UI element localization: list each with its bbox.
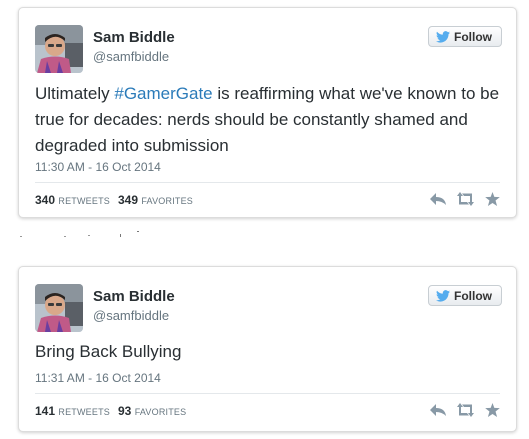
tweet-timestamp[interactable]: 11:30 AM - 16 Oct 2014 xyxy=(35,160,161,174)
avatar[interactable] xyxy=(35,25,83,73)
tweet-card: Sam Biddle @samfbiddle Follow Bring Back… xyxy=(18,266,517,432)
reply-icon[interactable] xyxy=(430,403,446,417)
retweet-label: RETWEETS xyxy=(58,196,110,206)
author-handle[interactable]: @samfbiddle xyxy=(93,49,169,64)
favorite-star-icon[interactable] xyxy=(485,192,500,206)
favorite-count-link[interactable]: 93 FAVORITES xyxy=(118,404,186,418)
favorite-label: FAVORITES xyxy=(134,407,187,417)
stray-marks xyxy=(20,231,139,237)
retweet-icon[interactable] xyxy=(456,192,475,206)
follow-label: Follow xyxy=(454,29,492,44)
retweet-count: 340 xyxy=(35,193,56,207)
reply-icon[interactable] xyxy=(430,192,446,206)
hashtag-link[interactable]: #GamerGate xyxy=(114,84,212,103)
favorite-count: 349 xyxy=(117,193,139,207)
favorite-star-icon[interactable] xyxy=(485,403,500,417)
author-name[interactable]: Sam Biddle xyxy=(93,29,175,46)
twitter-bird-icon xyxy=(436,289,450,302)
favorite-count-link[interactable]: 349 FAVORITES xyxy=(118,193,193,207)
retweet-count-link[interactable]: 340 RETWEETS xyxy=(35,193,110,207)
tweet-stats: 141 RETWEETS 93 FAVORITES xyxy=(35,404,186,418)
tweet-text: Ultimately #GamerGate is reaffirming wha… xyxy=(35,81,500,159)
divider xyxy=(35,182,500,183)
author-name[interactable]: Sam Biddle xyxy=(93,288,175,305)
favorite-count: 93 xyxy=(117,404,132,418)
tweet-text: Bring Back Bullying xyxy=(35,339,500,365)
retweet-icon[interactable] xyxy=(456,403,475,417)
follow-label: Follow xyxy=(454,288,492,303)
avatar[interactable] xyxy=(35,284,83,332)
tweet-card: Sam Biddle @samfbiddle Follow Ultimately… xyxy=(18,7,517,218)
follow-button[interactable]: Follow xyxy=(428,285,502,306)
tweet-text-start: Bring Back Bullying xyxy=(35,342,182,361)
retweet-count-link[interactable]: 141 RETWEETS xyxy=(35,404,110,418)
tweet-text-start: Ultimately xyxy=(35,84,115,103)
divider xyxy=(35,393,500,394)
tweet-actions xyxy=(430,403,500,417)
tweet-timestamp[interactable]: 11:31 AM - 16 Oct 2014 xyxy=(35,371,161,385)
tweet-actions xyxy=(430,192,500,206)
retweet-count: 141 xyxy=(35,404,56,418)
tweet-stats: 340 RETWEETS 349 FAVORITES xyxy=(35,193,193,207)
favorite-label: FAVORITES xyxy=(141,196,194,206)
retweet-label: RETWEETS xyxy=(58,407,110,417)
twitter-bird-icon xyxy=(436,30,450,43)
follow-button[interactable]: Follow xyxy=(428,26,502,47)
author-handle[interactable]: @samfbiddle xyxy=(93,308,169,323)
